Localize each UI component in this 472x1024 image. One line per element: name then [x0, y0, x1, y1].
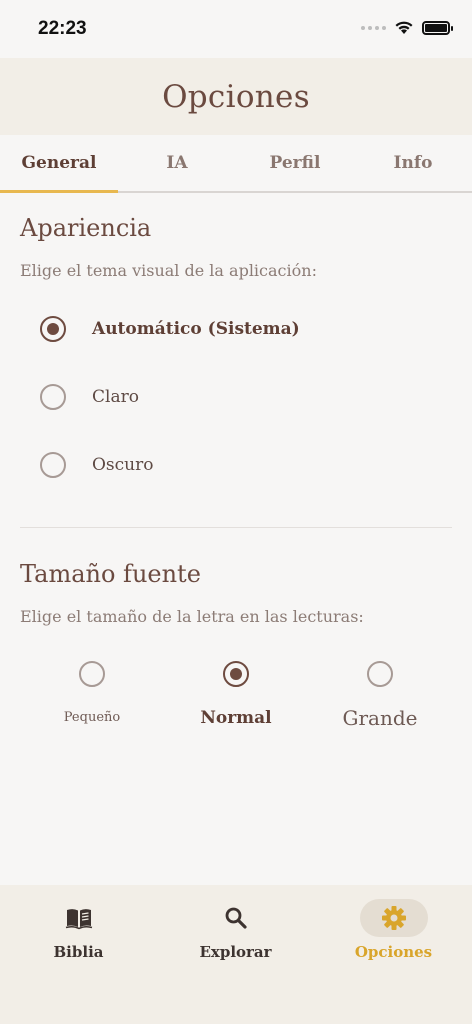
header: Opciones [0, 58, 472, 135]
wifi-icon [395, 21, 413, 34]
radio-unchecked-icon[interactable] [40, 384, 66, 410]
nav-item-opciones[interactable]: Opciones [315, 885, 472, 985]
nav-label: Explorar [199, 943, 272, 961]
font-size-option-normal[interactable]: Normal [171, 658, 301, 728]
section-divider [20, 527, 452, 528]
theme-option-label: Claro [92, 387, 139, 407]
theme-option-label: Automático (Sistema) [92, 319, 300, 339]
theme-option-automatic[interactable]: Automático (Sistema) [40, 309, 300, 349]
tab-ia[interactable]: IA [118, 135, 236, 191]
nav-label: Opciones [354, 943, 433, 961]
radio-checked-icon[interactable] [40, 316, 66, 342]
nav-item-explorar[interactable]: Explorar [157, 885, 314, 985]
font-size-title: Tamaño fuente [20, 560, 201, 588]
search-icon [225, 907, 247, 929]
theme-option-label: Oscuro [92, 455, 154, 475]
font-size-option-large[interactable]: Grande [315, 658, 445, 730]
page-title: Opciones [162, 78, 310, 115]
radio-checked-icon[interactable] [223, 661, 249, 687]
font-size-option-small[interactable]: Pequeño [27, 658, 157, 725]
battery-icon [422, 20, 453, 35]
status-icons [361, 20, 453, 35]
radio-unchecked-icon[interactable] [40, 452, 66, 478]
radio-unchecked-icon[interactable] [79, 661, 105, 687]
nav-icon-container [202, 899, 270, 937]
cellular-signal-icon [361, 25, 386, 30]
nav-label: Biblia [53, 943, 104, 961]
tab-bar: General IA Perfil Info [0, 135, 472, 193]
font-size-label-large: Grande [342, 706, 418, 730]
status-bar: 22:23 [0, 0, 472, 58]
tab-general[interactable]: General [0, 135, 118, 193]
radio-unchecked-icon[interactable] [367, 661, 393, 687]
theme-option-dark[interactable]: Oscuro [40, 445, 154, 485]
gear-icon [381, 906, 406, 930]
tab-info[interactable]: Info [354, 135, 472, 191]
font-size-label-normal: Normal [200, 708, 272, 728]
nav-icon-container [45, 899, 113, 937]
book-icon [65, 909, 92, 930]
nav-item-biblia[interactable]: Biblia [0, 885, 157, 985]
tab-perfil[interactable]: Perfil [236, 135, 354, 191]
appearance-subtitle: Elige el tema visual de la aplicación: [20, 261, 317, 280]
bottom-nav: Biblia Explorar Opciones [0, 885, 472, 1024]
theme-option-light[interactable]: Claro [40, 377, 139, 417]
font-size-subtitle: Elige el tamaño de la letra en las lectu… [20, 607, 364, 626]
nav-icon-container [359, 899, 428, 937]
font-size-label-small: Pequeño [63, 710, 121, 725]
status-time: 22:23 [38, 18, 87, 39]
appearance-title: Apariencia [20, 214, 152, 242]
